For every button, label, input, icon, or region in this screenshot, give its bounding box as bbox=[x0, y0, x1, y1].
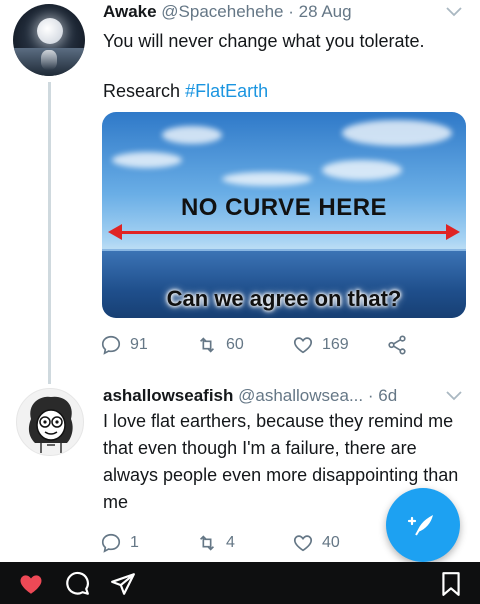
send-icon[interactable] bbox=[110, 571, 136, 597]
display-name[interactable]: ashallowseafish bbox=[103, 386, 233, 405]
tweet-date[interactable]: 28 Aug bbox=[299, 2, 352, 21]
retweet-icon bbox=[199, 337, 215, 353]
moon-graphic bbox=[37, 18, 63, 44]
cloud bbox=[112, 152, 182, 168]
cloud bbox=[342, 120, 452, 146]
cloud bbox=[222, 172, 312, 186]
display-name[interactable]: Awake bbox=[103, 2, 157, 21]
image-title: NO CURVE HERE bbox=[180, 194, 388, 221]
chevron-down-icon[interactable] bbox=[446, 388, 462, 404]
avatar-ashallowseafish[interactable] bbox=[16, 388, 84, 456]
heart-icon bbox=[293, 337, 313, 354]
hashtag-link[interactable]: #FlatEarth bbox=[185, 81, 268, 101]
arrow-left-icon bbox=[108, 224, 122, 240]
tweet-actions: 91 60 169 bbox=[100, 334, 460, 358]
cloud bbox=[162, 126, 222, 144]
red-arrow-line bbox=[114, 231, 454, 234]
image-bottom-text: Can we agree on that? bbox=[166, 286, 402, 311]
user-handle[interactable]: @Spacehehehe bbox=[161, 2, 283, 21]
cloud bbox=[322, 160, 402, 180]
horizon-line bbox=[102, 249, 466, 251]
share-button[interactable] bbox=[386, 334, 408, 356]
bottom-action-bar bbox=[0, 562, 480, 604]
like-count: 169 bbox=[322, 336, 349, 353]
arrow-right-icon bbox=[446, 224, 460, 240]
retweet-button[interactable]: 4 bbox=[196, 532, 235, 554]
separator-dot: · bbox=[367, 386, 374, 405]
compose-tweet-icon bbox=[407, 515, 433, 536]
retweet-icon bbox=[199, 535, 215, 551]
compose-tweet-button[interactable] bbox=[386, 488, 460, 562]
retweet-count: 4 bbox=[226, 534, 235, 551]
avatar-awake[interactable] bbox=[13, 4, 85, 76]
moon-reflection bbox=[41, 50, 57, 70]
tweet-header: ashallowseafish @ashallowsea... · 6d bbox=[103, 386, 397, 406]
share-icon bbox=[388, 335, 406, 355]
reply-icon bbox=[101, 335, 121, 355]
tweet-text: You will never change what you tolerate. bbox=[103, 31, 425, 51]
tweet-awake[interactable]: Awake @Spacehehehe · 28 Aug You will nev… bbox=[0, 0, 480, 380]
heart-icon bbox=[293, 535, 313, 552]
reply-button[interactable]: 91 bbox=[100, 334, 148, 356]
comment-icon[interactable] bbox=[64, 571, 90, 597]
separator-dot: · bbox=[288, 2, 294, 21]
chevron-down-icon[interactable] bbox=[446, 4, 462, 20]
like-button[interactable]: 169 bbox=[292, 334, 349, 356]
like-button[interactable]: 40 bbox=[292, 532, 340, 554]
tweet-research-line: Research #FlatEarth bbox=[103, 78, 473, 105]
retweet-button[interactable]: 60 bbox=[196, 334, 244, 356]
research-label: Research bbox=[103, 81, 181, 101]
cartoon-face-graphic bbox=[28, 396, 73, 453]
tweet-date[interactable]: 6d bbox=[378, 386, 397, 405]
reply-count: 1 bbox=[130, 534, 139, 551]
reply-count: 91 bbox=[130, 336, 148, 353]
reply-button[interactable]: 1 bbox=[100, 532, 139, 554]
heart-filled-icon[interactable] bbox=[18, 571, 44, 597]
like-count: 40 bbox=[322, 534, 340, 551]
retweet-count: 60 bbox=[226, 336, 244, 353]
tweet-header: Awake @Spacehehehe · 28 Aug bbox=[103, 2, 352, 22]
bookmark-icon[interactable] bbox=[438, 571, 464, 597]
user-handle[interactable]: @ashallowsea... bbox=[238, 386, 363, 405]
tweet-image[interactable]: NO CURVE HERE Can we agree on that? bbox=[102, 112, 466, 318]
reply-icon bbox=[101, 533, 121, 553]
